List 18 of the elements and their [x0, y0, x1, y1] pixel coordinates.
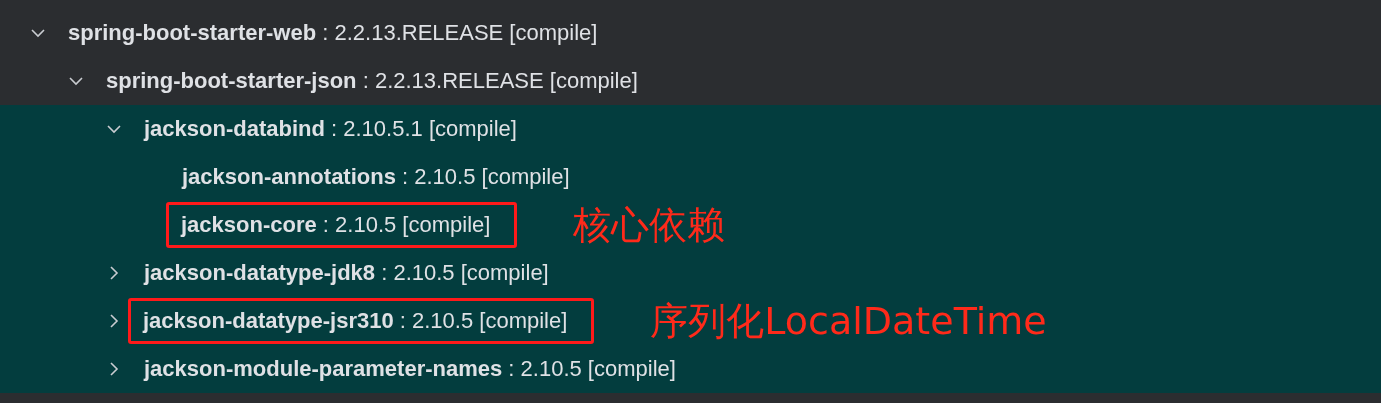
tree-row[interactable]: jackson-annotations : 2.10.5 [compile] — [0, 153, 1381, 201]
dependency-label: jackson-core : 2.10.5 [compile] — [181, 212, 491, 237]
tree-row[interactable]: spring-boot-starter-json : 2.2.13.RELEASE [compile] — [0, 57, 1381, 105]
dependency-label: jackson-module-parameter-names : 2.10.5 [compile] — [144, 356, 676, 382]
tree-row[interactable]: jackson-datatype-jdk8 : 2.10.5 [compile] — [0, 249, 1381, 297]
dependency-label: spring-boot-starter-web : 2.2.13.RELEASE [compile] — [68, 20, 598, 46]
dependency-label: jackson-datatype-jdk8 : 2.10.5 [compile] — [144, 260, 549, 286]
tree-row[interactable]: spring-boot-starter-web : 2.2.13.RELEASE [compile] — [0, 9, 1381, 57]
annotation-note: 序列化LocalDateTime — [650, 297, 1047, 345]
dependency-label: jackson-datatype-jsr310 : 2.10.5 [compile] — [143, 308, 568, 333]
tree-row[interactable]: jackson-databind : 2.10.5.1 [compile] — [0, 105, 1381, 153]
tree-row[interactable]: jackson-datatype-jsr310 : 2.10.5 [compile] 序列化LocalDateTime — [0, 297, 1381, 345]
dependency-label: jackson-databind : 2.10.5.1 [compile] — [144, 116, 517, 142]
dependency-label: jackson-annotations : 2.10.5 [compile] — [182, 164, 570, 190]
tree-row[interactable]: jackson-module-parameter-names : 2.10.5 [compile] — [0, 345, 1381, 393]
annotation-note: 核心依赖 — [573, 201, 726, 249]
tree-row[interactable]: jackson-core : 2.10.5 [compile] 核心依赖 — [0, 201, 1381, 249]
dependency-label: spring-boot-starter-json : 2.2.13.RELEASE [compile] — [106, 68, 638, 94]
